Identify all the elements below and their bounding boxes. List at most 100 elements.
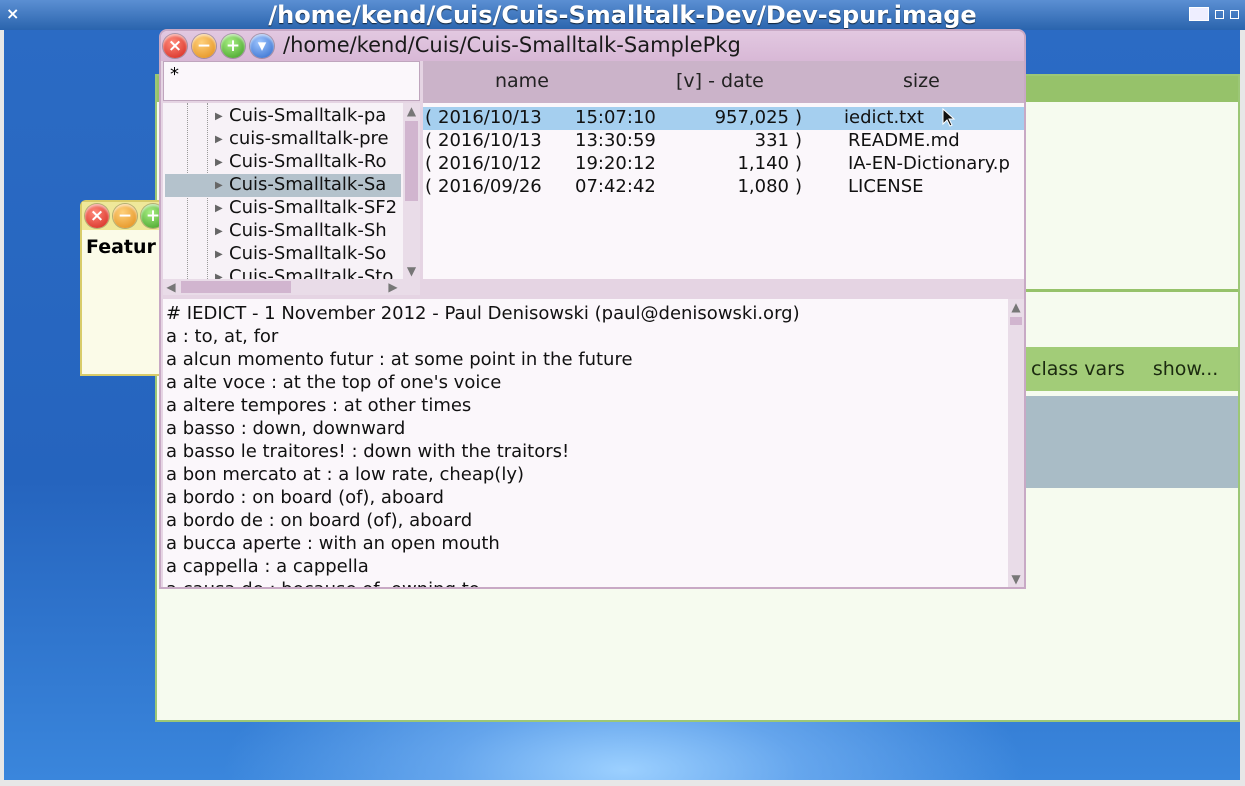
contents-vertical-scrollbar[interactable]: ▲ ▼ [1008,299,1024,587]
file-list-titlebar[interactable]: × − + ▾ /home/kend/Cuis/Cuis-Smalltalk-S… [161,31,1024,61]
content-line: a causa de : because of, owning to [166,579,480,587]
row-close-paren: ) [795,130,803,151]
scroll-down-icon[interactable]: ▼ [403,263,420,279]
size-column-header[interactable]: size [903,70,940,92]
expand-arrow-icon[interactable]: ▶ [215,249,223,260]
expand-arrow-icon[interactable]: ▶ [215,157,223,168]
tree-item[interactable]: ▶ Cuis-Smalltalk-Sh [165,220,401,243]
file-size: 957,025 [714,107,789,128]
file-name: LICENSE [848,176,924,197]
scroll-right-icon[interactable]: ▶ [385,279,401,295]
content-line: a altere tempores : at other times [166,395,472,416]
scroll-thumb[interactable] [405,121,418,201]
file-time: 13:30:59 [575,130,656,151]
tree-item[interactable]: ▶ cuis-smalltalk-pre [165,128,401,151]
content-line: a bordo de : on board (of), aboard [166,510,473,531]
tree-horizontal-scrollbar[interactable]: ◀ ▶ [163,279,420,295]
scroll-thumb[interactable] [181,281,291,293]
content-line: a bon mercato at : a low rate, cheap(ly) [166,464,524,485]
row-open-paren: ( [425,130,433,151]
window-menu-icon[interactable]: ▾ [250,34,274,58]
file-name: iedict.txt [844,107,924,128]
scroll-thumb[interactable] [1010,317,1022,325]
scroll-up-icon[interactable]: ▲ [1008,299,1024,315]
tree-item-label: cuis-smalltalk-pre [229,128,389,149]
file-name: IA-EN-Dictionary.p [848,153,1010,174]
row-open-paren: ( [425,153,433,174]
tree-item-label: Cuis-Smalltalk-SF2 [229,197,398,218]
file-row[interactable]: ( 2016/09/26 07:42:42 1,080 ) LICENSE [423,176,1024,199]
mouse-pointer-icon [942,108,956,127]
row-open-paren: ( [425,176,433,197]
file-name: README.md [848,130,960,151]
row-close-paren: ) [795,176,803,197]
tree-item-label: Cuis-Smalltalk-Ro [229,151,387,172]
expand-arrow-icon[interactable]: ▶ [215,226,223,237]
tree-item-selected[interactable]: ▶ Cuis-Smalltalk-Sa [165,174,401,197]
frame-right-border [1240,30,1245,780]
row-close-paren: ) [795,107,803,128]
file-row[interactable]: ( 2016/10/13 13:30:59 331 ) README.md [423,130,1024,153]
directory-tree[interactable]: ▶ Cuis-Smalltalk-pa ▶ cuis-smalltalk-pre… [163,103,420,295]
show-button[interactable]: show... [1153,358,1218,380]
file-date: 2016/10/13 [438,107,542,128]
file-date: 2016/10/12 [438,153,542,174]
tree-item-label: Cuis-Smalltalk-Sa [229,174,387,195]
content-line: a alte voce : at the top of one's voice [166,372,502,393]
expand-icon[interactable]: + [221,34,245,58]
outer-minimize-icon[interactable] [1215,9,1224,19]
filename-pattern-field[interactable]: * [163,61,420,101]
tree-item-label: Cuis-Smalltalk-pa [229,105,387,126]
expand-arrow-icon[interactable]: ▶ [215,180,223,191]
expand-arrow-icon[interactable]: ▶ [215,111,223,122]
background-divider [1025,289,1238,292]
tree-item[interactable]: ▶ Cuis-Smalltalk-Ro [165,151,401,174]
close-icon[interactable]: × [163,34,187,58]
file-row-selected[interactable]: ( 2016/10/13 15:07:10 957,025 ) iedict.t… [423,107,1024,130]
expand-arrow-icon[interactable]: ▶ [215,203,223,214]
file-time: 07:42:42 [575,176,656,197]
close-icon[interactable]: × [85,204,109,228]
frame-bottom-border [0,780,1245,786]
name-column-header[interactable]: name [495,70,549,92]
tree-item-label: Cuis-Smalltalk-So [229,243,387,264]
file-size: 1,140 [737,153,789,174]
file-size: 1,080 [737,176,789,197]
file-list-window[interactable]: × − + ▾ /home/kend/Cuis/Cuis-Smalltalk-S… [159,29,1026,589]
content-line: a basso : down, downward [166,418,406,439]
file-list-header: name [v] - date size [423,61,1024,103]
expand-arrow-icon[interactable]: ▶ [215,134,223,145]
content-line: a bordo : on board (of), aboard [166,487,444,508]
tree-item[interactable]: ▶ Cuis-Smalltalk-pa [165,105,401,128]
feature-window[interactable]: × − + Featur [80,200,170,376]
content-line: # IEDICT - 1 November 2012 - Paul Deniso… [166,303,800,324]
tree-item[interactable]: ▶ Cuis-Smalltalk-SF2 [165,197,401,220]
content-line: a : to, at, for [166,326,279,347]
scroll-up-icon[interactable]: ▲ [403,103,420,119]
file-list-title: /home/kend/Cuis/Cuis-Smalltalk-SamplePkg [283,33,741,57]
outer-window-title: /home/kend/Cuis/Cuis-Smalltalk-Dev/Dev-s… [268,1,977,29]
outer-titlebar: × /home/kend/Cuis/Cuis-Smalltalk-Dev/Dev… [0,0,1245,31]
outer-window-buttons [1189,7,1239,21]
content-line: a alcun momento futur : at some point in… [166,349,633,370]
file-contents-pane[interactable]: # IEDICT - 1 November 2012 - Paul Deniso… [163,299,1008,587]
collapse-icon[interactable]: − [113,204,137,228]
outer-restore-icon[interactable] [1230,9,1239,19]
scroll-left-icon[interactable]: ◀ [163,279,179,295]
tree-item-label: Cuis-Smalltalk-Sh [229,220,387,241]
file-time: 19:20:12 [575,153,656,174]
scroll-down-icon[interactable]: ▼ [1008,571,1024,587]
file-date: 2016/09/26 [438,176,542,197]
file-row[interactable]: ( 2016/10/12 19:20:12 1,140 ) IA-EN-Dict… [423,153,1024,176]
tree-item[interactable]: ▶ Cuis-Smalltalk-So [165,243,401,266]
class-vars-button[interactable]: class vars [1031,358,1125,380]
feature-window-titlebar[interactable]: × − + [82,202,168,230]
collapse-icon[interactable]: − [192,34,216,58]
row-open-paren: ( [425,107,433,128]
date-column-header[interactable]: [v] - date [676,70,764,92]
tree-vertical-scrollbar[interactable]: ▲ ▼ [403,103,420,279]
feature-label: Featur [86,236,156,258]
content-line: a basso le traitores! : down with the tr… [166,441,570,462]
file-list[interactable]: ( 2016/10/13 15:07:10 957,025 ) iedict.t… [423,103,1024,279]
outer-maximize-icon[interactable] [1189,7,1209,21]
